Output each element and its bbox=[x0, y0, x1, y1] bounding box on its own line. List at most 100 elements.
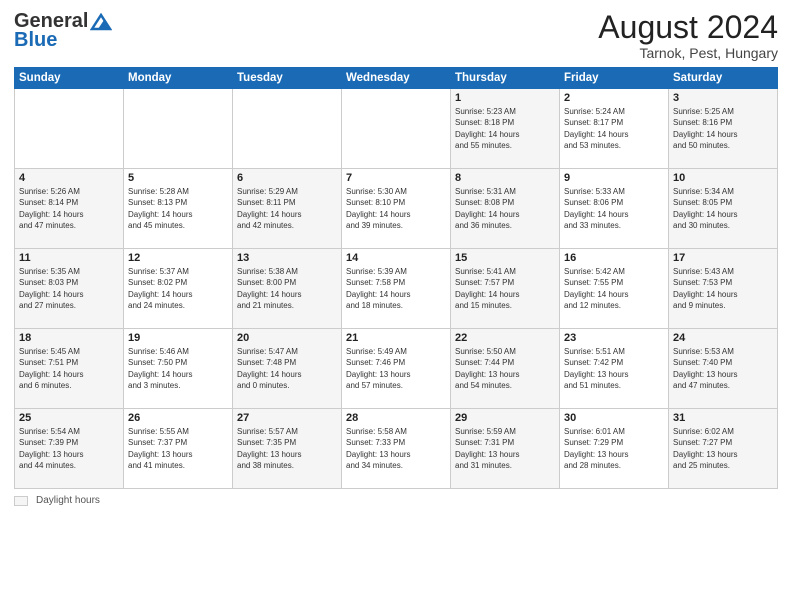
day-info: Sunrise: 5:53 AM Sunset: 7:40 PM Dayligh… bbox=[673, 346, 773, 391]
day-info: Sunrise: 5:39 AM Sunset: 7:58 PM Dayligh… bbox=[346, 266, 446, 311]
day-number: 1 bbox=[455, 92, 555, 104]
weekday-header-thursday: Thursday bbox=[451, 68, 560, 89]
day-number: 31 bbox=[673, 412, 773, 424]
day-number: 26 bbox=[128, 412, 228, 424]
calendar-cell bbox=[124, 89, 233, 169]
calendar-cell: 9Sunrise: 5:33 AM Sunset: 8:06 PM Daylig… bbox=[560, 169, 669, 249]
day-number: 3 bbox=[673, 92, 773, 104]
day-info: Sunrise: 5:50 AM Sunset: 7:44 PM Dayligh… bbox=[455, 346, 555, 391]
calendar-week-1: 1 Sunrise: 5:23 AM Sunset: 8:18 PM Daylig… bbox=[15, 89, 778, 169]
month-year: August 2024 bbox=[598, 10, 778, 45]
calendar-week-2: 4 Sunrise: 5:26 AM Sunset: 8:14 PM Daylig… bbox=[15, 169, 778, 249]
day-info: Sunrise: 5:43 AM Sunset: 7:53 PM Dayligh… bbox=[673, 266, 773, 311]
calendar-cell: 25 Sunrise: 5:54 AM Sunset: 7:39 PM Dayli… bbox=[15, 409, 124, 489]
weekday-header-friday: Friday bbox=[560, 68, 669, 89]
calendar-cell: 26 Sunrise: 5:55 AM Sunset: 7:37 PM Dayli… bbox=[124, 409, 233, 489]
calendar-week-3: 11 Sunrise: 5:35 AM Sunset: 8:03 PM Dayli… bbox=[15, 249, 778, 329]
calendar-cell: 3 Sunrise: 5:25 AM Sunset: 8:16 PM Daylig… bbox=[669, 89, 778, 169]
calendar-cell: 13 Sunrise: 5:38 AM Sunset: 8:00 PM Dayli… bbox=[233, 249, 342, 329]
weekday-header-monday: Monday bbox=[124, 68, 233, 89]
calendar-cell: 2 Sunrise: 5:24 AM Sunset: 8:17 PM Daylig… bbox=[560, 89, 669, 169]
day-number: 21 bbox=[346, 332, 446, 344]
day-number: 24 bbox=[673, 332, 773, 344]
day-number: 2 bbox=[564, 92, 664, 104]
day-info: Sunrise: 5:23 AM Sunset: 8:18 PM Dayligh… bbox=[455, 106, 555, 151]
calendar-cell bbox=[15, 89, 124, 169]
calendar-cell: 7Sunrise: 5:30 AM Sunset: 8:10 PM Daylig… bbox=[342, 169, 451, 249]
calendar-cell: 8 Sunrise: 5:31 AM Sunset: 8:08 PM Daylig… bbox=[451, 169, 560, 249]
legend-label: Daylight hours bbox=[36, 495, 100, 506]
calendar-cell: 17 Sunrise: 5:43 AM Sunset: 7:53 PM Dayli… bbox=[669, 249, 778, 329]
calendar-week-4: 18Sunrise: 5:45 AM Sunset: 7:51 PM Dayli… bbox=[15, 329, 778, 409]
logo-icon bbox=[90, 13, 112, 31]
calendar-week-5: 25 Sunrise: 5:54 AM Sunset: 7:39 PM Dayli… bbox=[15, 409, 778, 489]
weekday-header-sunday: Sunday bbox=[15, 68, 124, 89]
calendar-cell: 15Sunrise: 5:41 AM Sunset: 7:57 PM Dayli… bbox=[451, 249, 560, 329]
day-number: 12 bbox=[128, 252, 228, 264]
day-number: 18 bbox=[19, 332, 119, 344]
day-info: Sunrise: 5:29 AM Sunset: 8:11 PM Dayligh… bbox=[237, 186, 337, 231]
day-info: Sunrise: 5:54 AM Sunset: 7:39 PM Dayligh… bbox=[19, 426, 119, 471]
day-number: 19 bbox=[128, 332, 228, 344]
calendar-cell bbox=[233, 89, 342, 169]
calendar-cell: 30 Sunrise: 6:01 AM Sunset: 7:29 PM Dayli… bbox=[560, 409, 669, 489]
day-info: Sunrise: 5:41 AM Sunset: 7:57 PM Dayligh… bbox=[455, 266, 555, 311]
day-number: 10 bbox=[673, 172, 773, 184]
day-info: Sunrise: 5:34 AM Sunset: 8:05 PM Dayligh… bbox=[673, 186, 773, 231]
day-info: Sunrise: 5:28 AM Sunset: 8:13 PM Dayligh… bbox=[128, 186, 228, 231]
day-info: Sunrise: 5:26 AM Sunset: 8:14 PM Dayligh… bbox=[19, 186, 119, 231]
header: General Blue August 2024 Tarnok, Pest, H… bbox=[14, 10, 778, 61]
logo-blue: Blue bbox=[14, 29, 57, 52]
day-info: Sunrise: 5:42 AM Sunset: 7:55 PM Dayligh… bbox=[564, 266, 664, 311]
day-info: Sunrise: 5:25 AM Sunset: 8:16 PM Dayligh… bbox=[673, 106, 773, 151]
calendar-cell: 23Sunrise: 5:51 AM Sunset: 7:42 PM Dayli… bbox=[560, 329, 669, 409]
day-info: Sunrise: 5:31 AM Sunset: 8:08 PM Dayligh… bbox=[455, 186, 555, 231]
day-number: 20 bbox=[237, 332, 337, 344]
day-number: 5 bbox=[128, 172, 228, 184]
day-info: Sunrise: 5:38 AM Sunset: 8:00 PM Dayligh… bbox=[237, 266, 337, 311]
day-number: 9 bbox=[564, 172, 664, 184]
calendar-cell: 5 Sunrise: 5:28 AM Sunset: 8:13 PM Daylig… bbox=[124, 169, 233, 249]
legend: Daylight hours bbox=[14, 495, 778, 506]
calendar-header-row: SundayMondayTuesdayWednesdayThursdayFrid… bbox=[15, 68, 778, 89]
day-number: 14 bbox=[346, 252, 446, 264]
calendar-cell: 14 Sunrise: 5:39 AM Sunset: 7:58 PM Dayli… bbox=[342, 249, 451, 329]
weekday-header-saturday: Saturday bbox=[669, 68, 778, 89]
day-number: 4 bbox=[19, 172, 119, 184]
calendar-cell: 28Sunrise: 5:58 AM Sunset: 7:33 PM Dayli… bbox=[342, 409, 451, 489]
day-number: 16 bbox=[564, 252, 664, 264]
day-number: 11 bbox=[19, 252, 119, 264]
calendar-cell: 16 Sunrise: 5:42 AM Sunset: 7:55 PM Dayli… bbox=[560, 249, 669, 329]
calendar-table: SundayMondayTuesdayWednesdayThursdayFrid… bbox=[14, 67, 778, 489]
day-info: Sunrise: 6:01 AM Sunset: 7:29 PM Dayligh… bbox=[564, 426, 664, 471]
day-number: 17 bbox=[673, 252, 773, 264]
day-number: 25 bbox=[19, 412, 119, 424]
day-info: Sunrise: 5:57 AM Sunset: 7:35 PM Dayligh… bbox=[237, 426, 337, 471]
calendar-cell: 19Sunrise: 5:46 AM Sunset: 7:50 PM Dayli… bbox=[124, 329, 233, 409]
page-container: General Blue August 2024 Tarnok, Pest, H… bbox=[0, 0, 792, 612]
day-number: 27 bbox=[237, 412, 337, 424]
calendar-cell: 22Sunrise: 5:50 AM Sunset: 7:44 PM Dayli… bbox=[451, 329, 560, 409]
calendar-cell: 31 Sunrise: 6:02 AM Sunset: 7:27 PM Dayli… bbox=[669, 409, 778, 489]
location: Tarnok, Pest, Hungary bbox=[598, 45, 778, 61]
weekday-header-wednesday: Wednesday bbox=[342, 68, 451, 89]
day-info: Sunrise: 5:35 AM Sunset: 8:03 PM Dayligh… bbox=[19, 266, 119, 311]
day-info: Sunrise: 5:24 AM Sunset: 8:17 PM Dayligh… bbox=[564, 106, 664, 151]
day-number: 6 bbox=[237, 172, 337, 184]
title-block: August 2024 Tarnok, Pest, Hungary bbox=[598, 10, 778, 61]
day-number: 29 bbox=[455, 412, 555, 424]
day-number: 30 bbox=[564, 412, 664, 424]
calendar-cell: 20Sunrise: 5:47 AM Sunset: 7:48 PM Dayli… bbox=[233, 329, 342, 409]
calendar-cell: 27 Sunrise: 5:57 AM Sunset: 7:35 PM Dayli… bbox=[233, 409, 342, 489]
day-info: Sunrise: 5:51 AM Sunset: 7:42 PM Dayligh… bbox=[564, 346, 664, 391]
day-info: Sunrise: 5:49 AM Sunset: 7:46 PM Dayligh… bbox=[346, 346, 446, 391]
calendar-cell: 29Sunrise: 5:59 AM Sunset: 7:31 PM Dayli… bbox=[451, 409, 560, 489]
day-info: Sunrise: 5:55 AM Sunset: 7:37 PM Dayligh… bbox=[128, 426, 228, 471]
day-number: 8 bbox=[455, 172, 555, 184]
calendar-cell: 6 Sunrise: 5:29 AM Sunset: 8:11 PM Daylig… bbox=[233, 169, 342, 249]
legend-box bbox=[14, 496, 28, 506]
calendar-cell: 10 Sunrise: 5:34 AM Sunset: 8:05 PM Dayli… bbox=[669, 169, 778, 249]
day-info: Sunrise: 6:02 AM Sunset: 7:27 PM Dayligh… bbox=[673, 426, 773, 471]
calendar-cell: 24 Sunrise: 5:53 AM Sunset: 7:40 PM Dayli… bbox=[669, 329, 778, 409]
day-number: 13 bbox=[237, 252, 337, 264]
